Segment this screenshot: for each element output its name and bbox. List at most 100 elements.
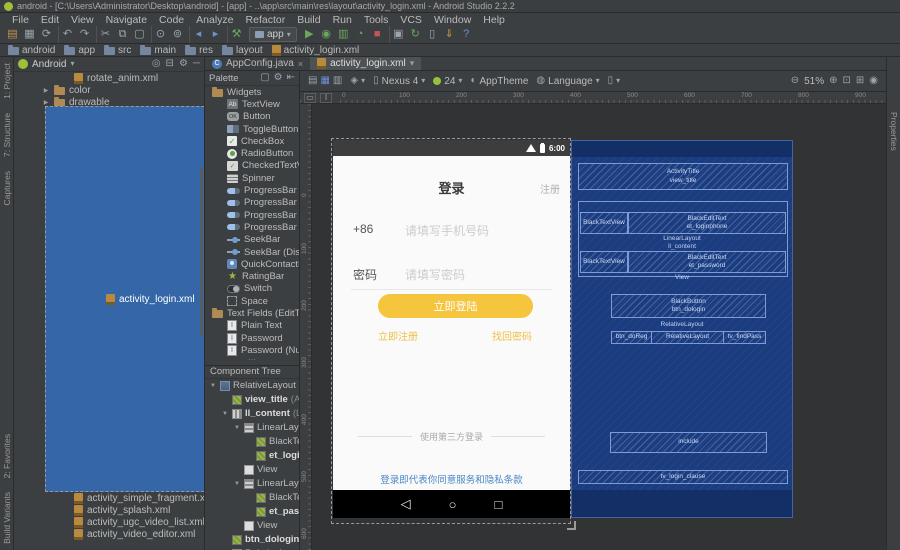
zoom-out-icon[interactable] <box>791 76 799 86</box>
component-tree-item[interactable]: ▼ RelativeLayout <box>205 547 299 550</box>
design-mode-icon[interactable] <box>308 76 317 86</box>
palette-item[interactable]: Widgets <box>205 86 299 98</box>
tree-item[interactable]: activity_video_editor.xml <box>14 528 204 540</box>
debug-icon[interactable]: ◉ <box>318 26 335 43</box>
nav-recents-icon[interactable]: □ <box>495 497 503 512</box>
blueprint-btn-doreg[interactable]: btn_doReg <box>612 332 652 343</box>
tool-window-button-properties[interactable]: Properties <box>889 112 899 151</box>
menu-item[interactable]: Run <box>327 14 358 26</box>
login-title[interactable]: 登录 <box>333 178 570 197</box>
collapse-all-icon[interactable]: ⊟ <box>166 59 174 69</box>
menu-item[interactable]: Build <box>291 14 326 26</box>
virtual-device-selector[interactable] <box>608 76 621 86</box>
profiler-icon[interactable]: ◔ <box>352 26 369 43</box>
phone-prefix-label[interactable]: +86 <box>353 222 373 236</box>
tool-window-button[interactable]: 7: Structure <box>2 113 12 157</box>
tab-close-icon[interactable]: × <box>298 59 303 69</box>
menu-item[interactable]: Code <box>153 14 190 26</box>
menu-item[interactable]: VCS <box>394 14 428 26</box>
hide-panel-icon[interactable]: ─ <box>193 59 200 69</box>
blueprint-blacktextview-1[interactable]: BlackTextView <box>580 212 628 234</box>
component-tree-item[interactable]: view_title (ActivityTitle) <box>205 393 299 407</box>
palette-item[interactable]: SeekBar (Discrete) <box>205 246 299 258</box>
palette-item[interactable]: Space <box>205 295 299 307</box>
tool-window-button[interactable]: Captures <box>2 171 12 206</box>
breadcrumb-item[interactable]: layout <box>222 45 263 56</box>
avd-manager-icon[interactable]: ▯ <box>424 26 441 43</box>
cut-icon[interactable]: ✂ <box>96 26 114 43</box>
blueprint-tv-login-clause[interactable]: tv_login_clause <box>578 470 788 484</box>
settings-gear-icon[interactable]: ⚙ <box>179 59 188 69</box>
component-tree-item[interactable]: ▼ LinearLayout <box>205 421 299 435</box>
palette-item[interactable]: QuickContactBadge <box>205 258 299 270</box>
save-all-icon[interactable]: ▦ <box>21 26 38 43</box>
palette-item[interactable]: RatingBar <box>205 270 299 282</box>
palette-item[interactable]: Switch <box>205 283 299 295</box>
zoom-fit-icon[interactable] <box>842 76 850 86</box>
phone-input-placeholder[interactable]: 请填写手机号码 <box>405 222 489 239</box>
blueprint-et-loginphone[interactable]: BlackEditText et_loginphone <box>628 212 786 234</box>
nav-back-icon[interactable]: ◁ <box>401 496 411 512</box>
locale-selector[interactable]: Language <box>536 76 599 87</box>
stop-icon[interactable]: ■ <box>369 26 386 43</box>
nav-home-icon[interactable]: ○ <box>449 497 457 512</box>
blueprint-btn-dologin[interactable]: BlackButton btn_dologin <box>611 294 766 318</box>
tool-window-button[interactable]: 2: Favorites <box>2 434 12 478</box>
palette-item[interactable]: ProgressBar (Horizontal) <box>205 221 299 233</box>
menu-item[interactable]: Help <box>477 14 511 26</box>
tree-item[interactable]: activity_ugc_video_list.xml <box>14 516 204 528</box>
breadcrumb-item[interactable]: main <box>140 45 176 56</box>
tree-item[interactable]: activity_splash.xml <box>14 504 204 516</box>
component-tree-item[interactable]: BlackTextView <box>205 491 299 505</box>
project-view-selector[interactable]: Android <box>32 59 66 70</box>
tool-window-button[interactable]: 1: Project <box>2 63 12 99</box>
menu-item[interactable]: Analyze <box>190 14 239 26</box>
pan-icon[interactable] <box>856 76 864 86</box>
breadcrumb-item[interactable]: src <box>104 45 131 56</box>
layout-inspector-icon[interactable]: ▣ <box>389 26 407 43</box>
breadcrumb-item[interactable]: res <box>185 45 213 56</box>
tool-window-button[interactable]: Build Variants <box>2 492 12 544</box>
coverage-icon[interactable]: ▥ <box>335 26 352 43</box>
gradle-sync-icon[interactable]: ↻ <box>407 26 424 43</box>
editor-tab[interactable]: AppConfig.java × <box>205 57 310 70</box>
menu-item[interactable]: View <box>65 14 100 26</box>
api-version-selector[interactable]: 24 <box>433 76 462 87</box>
palette-item[interactable]: ProgressBar (Small) <box>205 209 299 221</box>
sync-icon[interactable]: ⟳ <box>38 26 55 43</box>
theme-selector[interactable]: AppTheme <box>470 76 528 87</box>
blueprint-include[interactable]: include <box>610 432 767 453</box>
back-icon[interactable]: ◂ <box>189 26 207 43</box>
blueprint-links-row[interactable]: btn_doReg RelativeLayout tv_findPass <box>611 331 766 344</box>
menu-item[interactable]: Edit <box>35 14 65 26</box>
redo-icon[interactable]: ↷ <box>76 26 93 43</box>
menu-item[interactable]: Window <box>428 14 477 26</box>
palette-item[interactable]: CheckedTextView <box>205 160 299 172</box>
palette-item[interactable]: Plain Text <box>205 320 299 332</box>
component-tree-item[interactable]: ▼ LinearLayout <box>205 477 299 491</box>
palette-item[interactable]: Password <box>205 332 299 344</box>
palette-item[interactable]: CheckBox <box>205 135 299 147</box>
component-tree-item[interactable]: et_password <box>205 505 299 519</box>
sdk-manager-icon[interactable]: ⇓ <box>441 26 458 43</box>
palette-item[interactable]: TextView <box>205 98 299 110</box>
component-tree-item[interactable]: BlackTextView <box>205 435 299 449</box>
margins-icon[interactable] <box>320 93 332 103</box>
menu-item[interactable]: Refactor <box>240 14 292 26</box>
help-icon[interactable]: ? <box>458 26 475 43</box>
project-scrollbar[interactable] <box>200 167 203 337</box>
palette-item[interactable]: Text Fields (EditText) <box>205 307 299 319</box>
editor-tab[interactable]: activity_login.xml ▾ <box>310 57 421 70</box>
component-tree-item[interactable]: ▼ ll_content (LinearLayout) <box>205 407 299 421</box>
register-link[interactable]: 注册 <box>540 181 560 196</box>
copy-icon[interactable]: ⧉ <box>114 26 131 43</box>
breadcrumb-item[interactable]: app <box>64 45 95 56</box>
tree-item[interactable]: ▶ color <box>14 84 204 96</box>
blueprint-relativelayout-2[interactable]: RelativeLayout <box>652 332 723 343</box>
tree-item[interactable]: rotate_anim.xml <box>14 72 204 84</box>
palette-item[interactable]: ProgressBar <box>205 197 299 209</box>
component-tree-item[interactable]: ▼ RelativeLayout <box>205 379 299 393</box>
run-configuration-selector[interactable]: app <box>249 27 297 42</box>
palette-item[interactable]: ToggleButton <box>205 123 299 135</box>
undo-icon[interactable]: ↶ <box>58 26 76 43</box>
